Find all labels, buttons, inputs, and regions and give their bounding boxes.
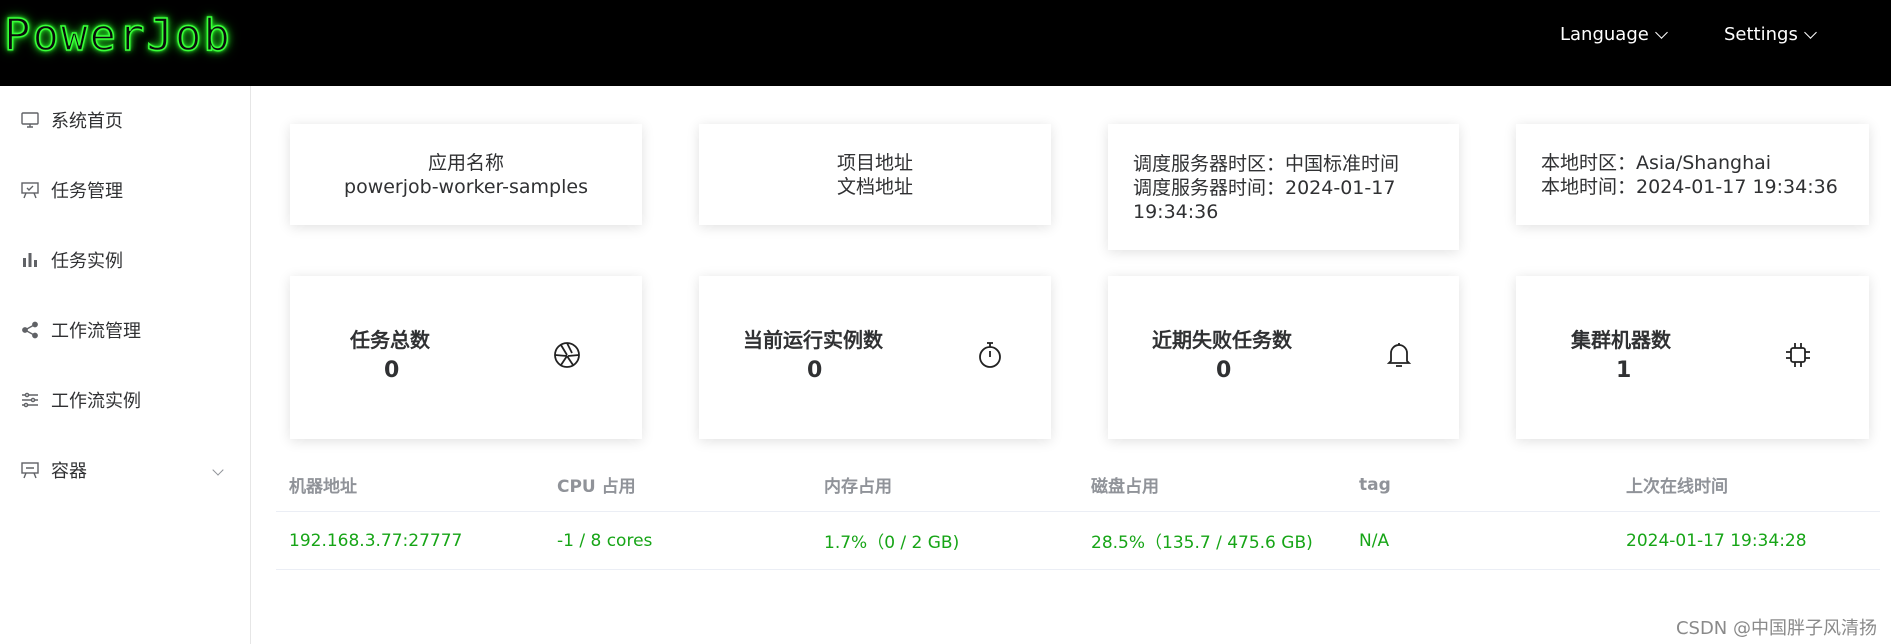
app-name-card: 应用名称 powerjob-worker-samples xyxy=(290,124,642,225)
server-time: 调度服务器时间：2024-01-17 xyxy=(1133,177,1396,199)
sidebar-item-home[interactable]: 系统首页 xyxy=(0,92,250,148)
column-header: 内存占用 xyxy=(824,477,892,497)
cpu-usage-cell: -1 / 8 cores xyxy=(557,530,653,551)
stat-value: 1 xyxy=(1616,358,1632,383)
local-time: 本地时间：2024-01-17 19:34:36 xyxy=(1541,175,1838,198)
column-header: 机器地址 xyxy=(289,477,357,497)
column-header: tag xyxy=(1359,474,1391,495)
stat-value: 0 xyxy=(807,358,823,383)
table-row[interactable]: 192.168.3.77:27777 -1 / 8 cores 1.7%（0 /… xyxy=(276,512,1880,570)
monitor-icon xyxy=(20,110,40,130)
stat-card-running-instances: 当前运行实例数 0 xyxy=(699,276,1051,439)
stat-card-cluster-machines: 集群机器数 1 xyxy=(1516,276,1869,439)
disk-usage-cell: 28.5%（135.7 / 475.6 GB) xyxy=(1091,533,1313,553)
bell-icon xyxy=(1386,343,1412,367)
sidebar-item-label: 任务实例 xyxy=(51,251,123,272)
language-menu[interactable]: Language xyxy=(1560,24,1668,45)
local-timezone: 本地时区：Asia/Shanghai xyxy=(1541,151,1772,174)
stopwatch-icon xyxy=(979,342,1001,368)
server-time-clock: 19:34:36 xyxy=(1133,201,1219,223)
cpu-chip-icon xyxy=(1786,343,1810,367)
server-time-card: 调度服务器时区：中国标准时间 调度服务器时间：2024-01-17 19:34:… xyxy=(1108,124,1459,250)
aperture-icon xyxy=(554,342,580,368)
sidebar-item-tasks[interactable]: 任务管理 xyxy=(0,162,250,218)
last-online-cell: 2024-01-17 19:34:28 xyxy=(1626,530,1807,551)
docs-address-link[interactable]: 文档地址 xyxy=(699,175,1051,199)
top-header: PowerJob Language Settings xyxy=(0,0,1891,86)
stat-title: 当前运行实例数 xyxy=(743,328,883,352)
stat-title: 集群机器数 xyxy=(1571,328,1671,352)
sidebar-item-label: 任务管理 xyxy=(51,181,123,202)
sidebar-item-label: 容器 xyxy=(51,461,87,482)
stat-card-total-tasks: 任务总数 0 xyxy=(290,276,642,439)
sidebar-item-containers[interactable]: 容器 xyxy=(0,442,250,498)
memory-usage-cell: 1.7%（0 / 2 GB) xyxy=(824,533,960,553)
column-header: 磁盘占用 xyxy=(1091,477,1159,497)
sliders-icon xyxy=(20,390,40,410)
stat-value: 0 xyxy=(1216,358,1232,383)
app-name-label: 应用名称 xyxy=(427,151,504,174)
table-header: 机器地址 CPU 占用 内存占用 磁盘占用 tag 上次在线时间 xyxy=(276,458,1880,512)
share-icon xyxy=(20,320,40,340)
machine-address-cell: 192.168.3.77:27777 xyxy=(289,530,463,551)
stat-title: 任务总数 xyxy=(350,328,430,352)
sidebar-item-label: 工作流管理 xyxy=(51,321,141,342)
sidebar-item-task-instances[interactable]: 任务实例 xyxy=(0,232,250,288)
bar-chart-icon xyxy=(20,250,40,270)
chevron-down-icon[interactable] xyxy=(212,464,224,476)
project-address-link[interactable]: 项目地址 xyxy=(699,151,1051,175)
settings-menu[interactable]: Settings xyxy=(1724,24,1817,45)
sidebar-item-label: 系统首页 xyxy=(51,111,123,132)
column-header: 上次在线时间 xyxy=(1626,477,1728,497)
server-timezone: 调度服务器时区：中国标准时间 xyxy=(1133,153,1400,175)
project-links-card: 项目地址 文档地址 xyxy=(699,124,1051,225)
csdn-watermark: CSDN @中国胖子风清扬 xyxy=(1675,618,1877,639)
stat-value: 0 xyxy=(384,358,400,383)
stat-title: 近期失败任务数 xyxy=(1152,328,1292,352)
chevron-down-icon xyxy=(1654,25,1668,39)
local-time-card: 本地时区：Asia/Shanghai 本地时间：2024-01-17 19:34… xyxy=(1516,124,1869,225)
sidebar-item-label: 工作流实例 xyxy=(51,391,141,412)
stat-card-failed-tasks: 近期失败任务数 0 xyxy=(1108,276,1459,439)
sidebar-item-workflows[interactable]: 工作流管理 xyxy=(0,302,250,358)
sidebar: 系统首页 任务管理 任务实例 工作流管理 工作流实例 容器 xyxy=(0,86,251,644)
task-board-icon xyxy=(20,180,40,200)
language-label: Language xyxy=(1560,24,1649,45)
container-icon xyxy=(20,460,40,480)
tag-cell: N/A xyxy=(1359,530,1390,551)
settings-label: Settings xyxy=(1724,24,1798,45)
app-name-value: powerjob-worker-samples xyxy=(344,175,588,198)
powerjob-logo: PowerJob xyxy=(3,9,232,62)
chevron-down-icon xyxy=(1803,25,1817,39)
column-header: CPU 占用 xyxy=(557,477,636,497)
worker-table: 机器地址 CPU 占用 内存占用 磁盘占用 tag 上次在线时间 192.168… xyxy=(276,458,1880,570)
sidebar-item-workflow-instances[interactable]: 工作流实例 xyxy=(0,372,250,428)
